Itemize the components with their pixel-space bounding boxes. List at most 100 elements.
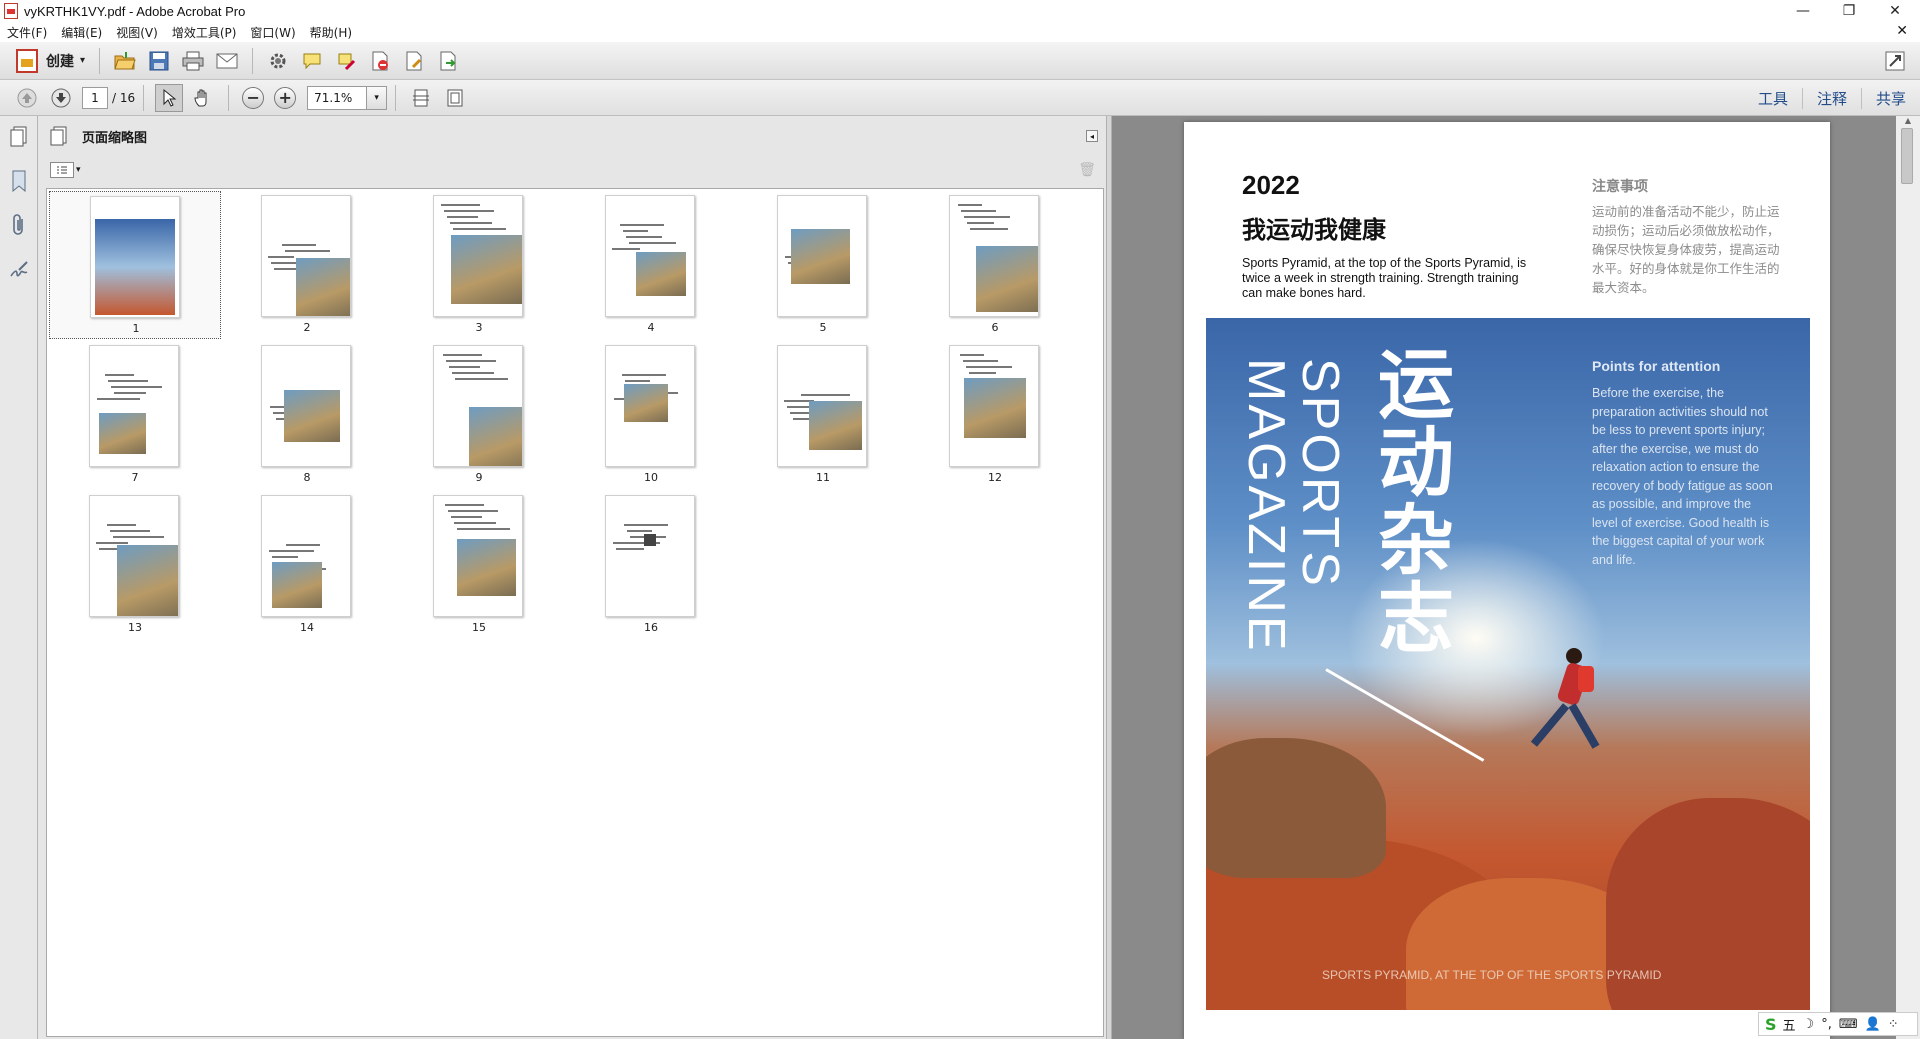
- options-button[interactable]: [50, 162, 74, 178]
- thumbnail-page[interactable]: 14: [221, 491, 393, 639]
- title-bar: vyKRTHK1VY.pdf - Adobe Acrobat Pro — ❐ ✕: [0, 0, 1920, 22]
- thumbnail-page[interactable]: 13: [49, 491, 221, 639]
- plus-icon: +: [278, 88, 292, 107]
- select-tool-button[interactable]: [155, 83, 184, 112]
- cursor-icon: [163, 88, 177, 107]
- hero-footer: SPORTS PYRAMID, AT THE TOP OF THE SPORTS…: [1322, 968, 1662, 982]
- moon-icon[interactable]: ☽: [1803, 1017, 1815, 1032]
- thumbnail-page-number: 4: [647, 321, 655, 334]
- create-label: 创建: [46, 53, 74, 70]
- secure-button[interactable]: [366, 47, 394, 75]
- thumbnail-image: [89, 495, 179, 617]
- thumbnail-page[interactable]: 3: [393, 191, 565, 339]
- thumbnail-page-number: 1: [132, 322, 140, 335]
- zoom-out-button[interactable]: −: [242, 86, 265, 109]
- thumbnail-page-number: 8: [303, 471, 311, 484]
- bookmarks-button[interactable]: [7, 168, 31, 194]
- create-button[interactable]: 创建 ▾: [10, 48, 91, 73]
- thumbnail-page[interactable]: 9: [393, 341, 565, 489]
- attention-text: Before the exercise, the preparation act…: [1592, 386, 1773, 567]
- thumbnail-page[interactable]: 7: [49, 341, 221, 489]
- page-total: / 16: [112, 90, 136, 105]
- page-description: Sports Pyramid, at the top of the Sports…: [1242, 256, 1527, 300]
- thumbnail-page[interactable]: 12: [909, 341, 1081, 489]
- page-number-input[interactable]: 1: [82, 86, 108, 109]
- menu-plugins[interactable]: 增效工具(P): [165, 24, 244, 41]
- fit-page-button[interactable]: [441, 84, 469, 112]
- thumbnail-page[interactable]: 11: [737, 341, 909, 489]
- thumbnail-page-number: 15: [472, 621, 486, 634]
- thumbnail-page-number: 3: [475, 321, 483, 334]
- scrollbar-thumb[interactable]: [1901, 128, 1913, 184]
- punctuation-icon[interactable]: °,: [1821, 1017, 1832, 1032]
- keyboard-icon[interactable]: ⌨: [1839, 1017, 1858, 1032]
- vertical-title-cn: 运动杂志: [1365, 344, 1454, 656]
- thumbnail-page-number: 7: [131, 471, 139, 484]
- signatures-button[interactable]: [7, 256, 31, 282]
- thumbnail-page[interactable]: 6: [909, 191, 1081, 339]
- grid-icon[interactable]: ⁘: [1888, 1017, 1899, 1032]
- sign-button[interactable]: [400, 47, 428, 75]
- thumbnail-image: [605, 345, 695, 467]
- create-pdf-icon: [16, 48, 38, 73]
- task-pane-links: 工具 注释 共享: [1744, 80, 1920, 116]
- email-button[interactable]: [213, 47, 241, 75]
- next-page-button[interactable]: [47, 84, 75, 112]
- hand-tool-button[interactable]: [189, 84, 217, 112]
- menu-view[interactable]: 视图(V): [109, 24, 165, 41]
- zoom-dropdown[interactable]: ▾: [367, 85, 388, 110]
- menu-edit[interactable]: 编辑(E): [54, 24, 109, 41]
- open-button[interactable]: [111, 47, 139, 75]
- prev-page-button[interactable]: [13, 84, 41, 112]
- vertical-title-sports: SPORTS: [1291, 358, 1349, 589]
- tools-link[interactable]: 工具: [1744, 88, 1802, 109]
- menu-help[interactable]: 帮助(H): [303, 24, 359, 41]
- share-link[interactable]: 共享: [1860, 87, 1920, 109]
- pdf-app-icon: [4, 3, 18, 19]
- sogou-logo-icon[interactable]: S: [1765, 1015, 1777, 1034]
- thumbnail-page[interactable]: 16: [565, 491, 737, 639]
- thumbnail-page[interactable]: 8: [221, 341, 393, 489]
- document-close-icon[interactable]: ✕: [1896, 23, 1908, 39]
- user-icon[interactable]: 👤: [1865, 1017, 1881, 1032]
- comment-button[interactable]: [298, 47, 326, 75]
- page-title: 我运动我健康: [1242, 216, 1386, 244]
- pane-header: 页面缩略图 ◂: [38, 116, 1106, 156]
- collapse-pane-button[interactable]: ◂: [1086, 130, 1098, 142]
- page-thumbnails-button[interactable]: [7, 124, 31, 150]
- save-icon: [149, 51, 169, 70]
- thumbnail-page[interactable]: 1: [49, 191, 221, 339]
- export-button[interactable]: [434, 47, 462, 75]
- thumbnail-page[interactable]: 2: [221, 191, 393, 339]
- ime-toolbar: S 五 ☽ °, ⌨ 👤 ⁘: [1758, 1012, 1918, 1036]
- menu-file[interactable]: 文件(F): [0, 24, 54, 41]
- thumbnail-image: [433, 495, 523, 617]
- thumbnail-page[interactable]: 10: [565, 341, 737, 489]
- thumbnail-image: [261, 345, 351, 467]
- attachments-button[interactable]: [7, 212, 31, 238]
- menu-window[interactable]: 窗口(W): [243, 24, 302, 41]
- settings-button[interactable]: [264, 47, 292, 75]
- fullscreen-button[interactable]: [1881, 47, 1909, 75]
- vertical-title-magazine: MAGAZINE: [1237, 358, 1295, 654]
- thumbnail-page[interactable]: 15: [393, 491, 565, 639]
- trash-icon[interactable]: 🗑: [1078, 162, 1096, 178]
- vertical-scrollbar[interactable]: ▲: [1896, 116, 1920, 1039]
- close-button[interactable]: ✕: [1872, 0, 1918, 22]
- thumbnail-page-number: 14: [300, 621, 314, 634]
- expand-icon: [1885, 51, 1905, 70]
- print-button[interactable]: [179, 47, 207, 75]
- minimize-button[interactable]: —: [1780, 0, 1826, 22]
- cover-photo: MAGAZINE SPORTS 运动杂志 Points for attentio…: [1206, 318, 1810, 1010]
- highlight-button[interactable]: [332, 47, 360, 75]
- note-title: 注意事项: [1592, 179, 1648, 195]
- comment-link[interactable]: 注释: [1801, 87, 1861, 109]
- fit-width-button[interactable]: [407, 84, 435, 112]
- thumbnail-page[interactable]: 4: [565, 191, 737, 339]
- restore-button[interactable]: ❐: [1826, 0, 1872, 22]
- zoom-in-button[interactable]: +: [274, 86, 297, 109]
- save-button[interactable]: [145, 47, 173, 75]
- thumbnail-page[interactable]: 5: [737, 191, 909, 339]
- zoom-input[interactable]: 71.1%: [307, 85, 368, 110]
- ime-mode[interactable]: 五: [1783, 1015, 1796, 1034]
